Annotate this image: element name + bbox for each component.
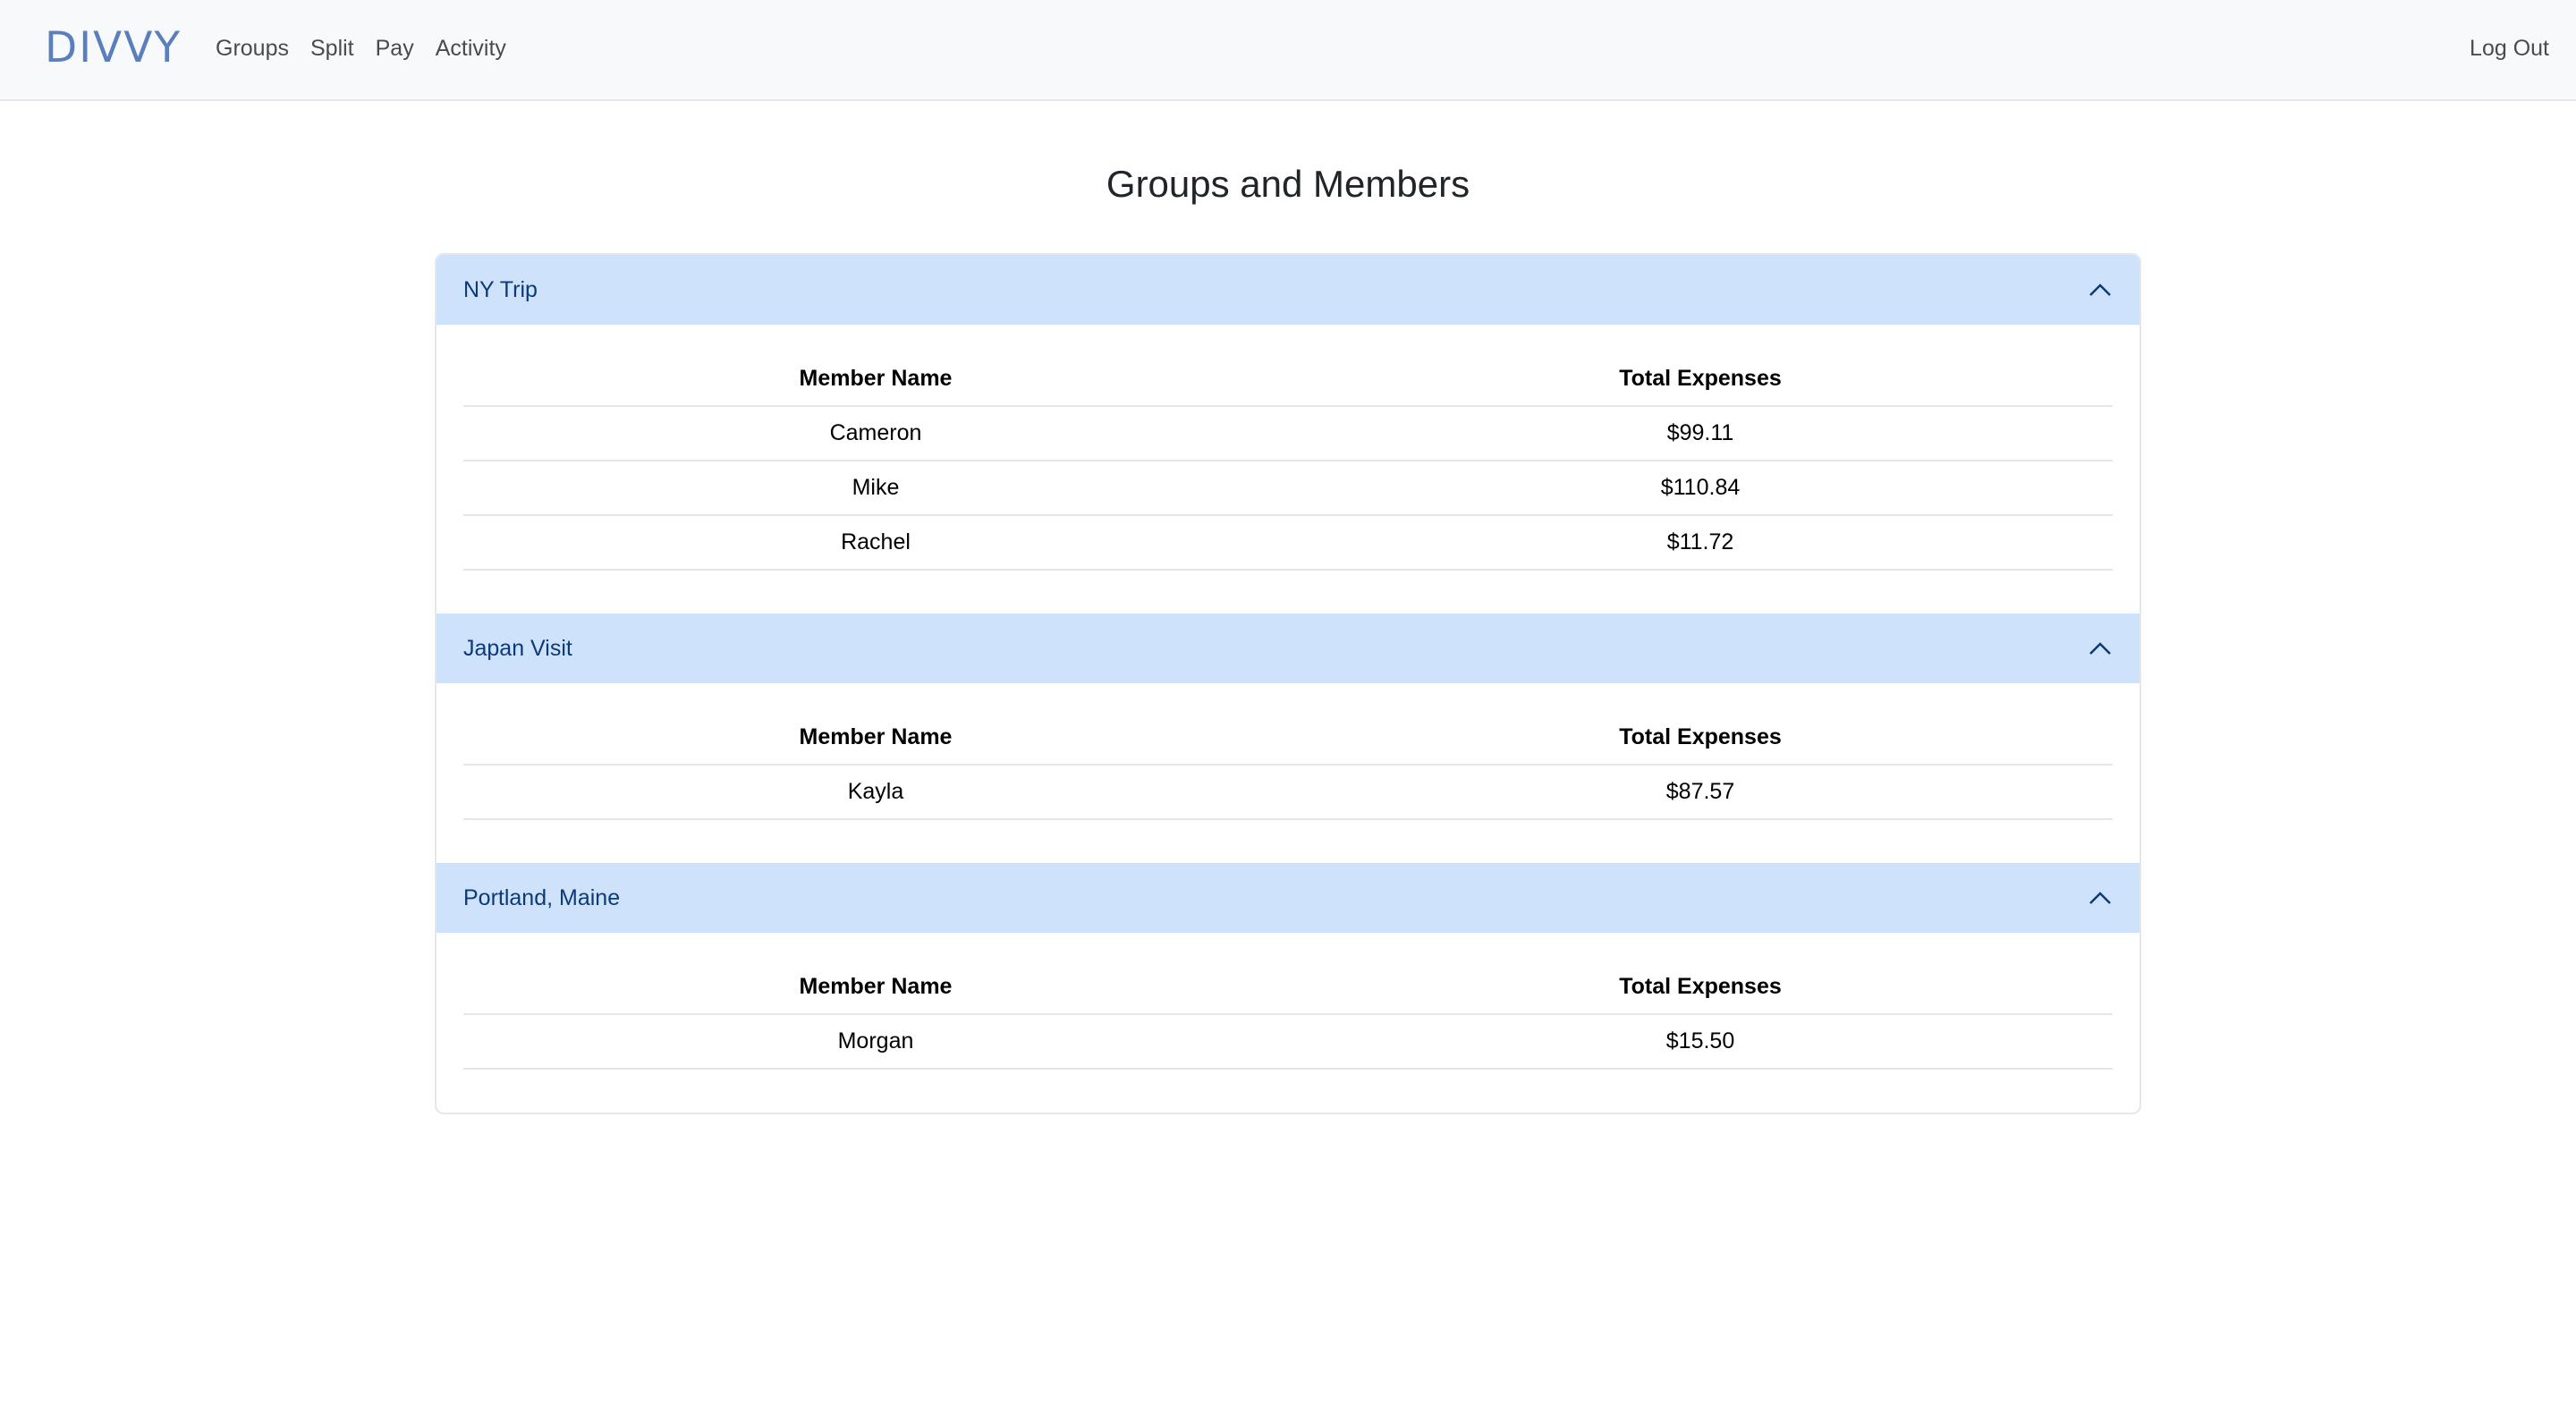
- chevron-up-icon[interactable]: [2088, 277, 2113, 302]
- member-name: Morgan: [463, 1014, 1288, 1070]
- chevron-up-icon[interactable]: [2088, 885, 2113, 910]
- logout-link[interactable]: Log Out: [2470, 36, 2549, 62]
- table-row: Cameron $99.11: [463, 406, 2113, 461]
- table-header-row: Member Name Total Expenses: [463, 351, 2113, 407]
- table-row: Morgan $15.50: [463, 1014, 2113, 1070]
- page-title: Groups and Members: [1106, 163, 1470, 205]
- groups-accordion: NY Trip Member Name Total Expenses Camer…: [435, 253, 2141, 1114]
- accordion-item: Japan Visit Member Name Total Expenses K…: [436, 613, 2140, 863]
- chevron-up-icon[interactable]: [2088, 636, 2113, 661]
- table-row: Mike $110.84: [463, 461, 2113, 516]
- column-header-member-name: Member Name: [463, 351, 1288, 407]
- column-header-total-expenses: Total Expenses: [1288, 351, 2113, 407]
- nav-link-pay[interactable]: Pay: [376, 36, 414, 62]
- member-total: $15.50: [1288, 1014, 2113, 1070]
- accordion-header-japan-visit[interactable]: Japan Visit: [436, 613, 2140, 683]
- nav-link-groups[interactable]: Groups: [216, 36, 289, 62]
- nav-link-split[interactable]: Split: [310, 36, 354, 62]
- accordion-item: NY Trip Member Name Total Expenses Camer…: [436, 255, 2140, 613]
- member-total: $110.84: [1288, 461, 2113, 516]
- group-name: Japan Visit: [463, 635, 572, 661]
- member-total: $11.72: [1288, 515, 2113, 571]
- column-header-total-expenses: Total Expenses: [1288, 960, 2113, 1015]
- member-name: Kayla: [463, 765, 1288, 820]
- brand-logo[interactable]: DIVVY: [45, 23, 182, 72]
- nav-link-activity[interactable]: Activity: [436, 36, 506, 62]
- member-name: Mike: [463, 461, 1288, 516]
- table-row: Kayla $87.57: [463, 765, 2113, 820]
- group-name: Portland, Maine: [463, 884, 621, 910]
- accordion-body: Member Name Total Expenses Morgan $15.50: [436, 933, 2140, 1113]
- table-row: Rachel $11.72: [463, 515, 2113, 571]
- members-table: Member Name Total Expenses Kayla $87.57: [463, 710, 2113, 820]
- table-header-row: Member Name Total Expenses: [463, 960, 2113, 1015]
- accordion-header-portland-maine[interactable]: Portland, Maine: [436, 863, 2140, 933]
- column-header-total-expenses: Total Expenses: [1288, 710, 2113, 766]
- column-header-member-name: Member Name: [463, 710, 1288, 766]
- member-name: Cameron: [463, 406, 1288, 461]
- nav-links: Groups Split Pay Activity: [216, 36, 506, 62]
- accordion-item: Portland, Maine Member Name Total Expens…: [436, 863, 2140, 1113]
- navbar: DIVVY Groups Split Pay Activity Log Out: [0, 0, 2576, 101]
- member-total: $99.11: [1288, 406, 2113, 461]
- accordion-body: Member Name Total Expenses Cameron $99.1…: [436, 325, 2140, 613]
- members-table: Member Name Total Expenses Cameron $99.1…: [463, 351, 2113, 571]
- column-header-member-name: Member Name: [463, 960, 1288, 1015]
- table-header-row: Member Name Total Expenses: [463, 710, 2113, 766]
- member-name: Rachel: [463, 515, 1288, 571]
- accordion-header-ny-trip[interactable]: NY Trip: [436, 255, 2140, 325]
- group-name: NY Trip: [463, 276, 538, 302]
- accordion-body: Member Name Total Expenses Kayla $87.57: [436, 683, 2140, 863]
- members-table: Member Name Total Expenses Morgan $15.50: [463, 960, 2113, 1070]
- member-total: $87.57: [1288, 765, 2113, 820]
